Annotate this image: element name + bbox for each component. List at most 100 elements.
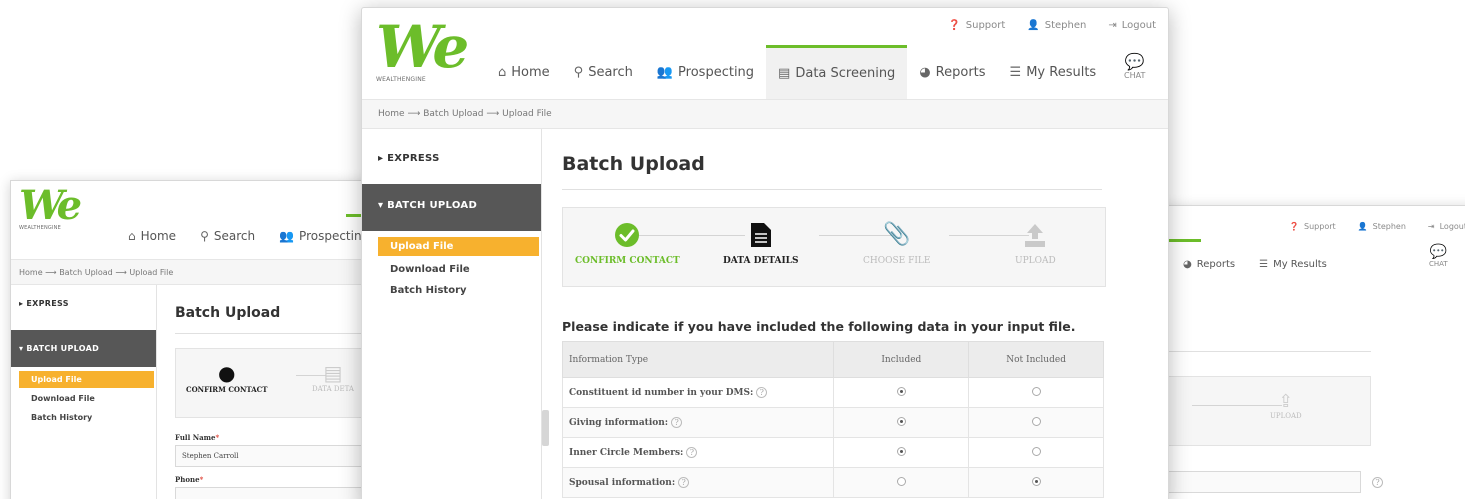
pie-chart-icon: ◕ [1183,258,1192,270]
not-included-radio[interactable] [1031,416,1041,426]
sidebar-batch-history[interactable]: Batch History [362,279,541,302]
sidebar-upload-file[interactable]: Upload File [378,237,539,256]
main-window: We WEALTHENGINE ❓ Support 👤 Stephen ⇥ Logou… [361,7,1169,499]
table-row: Giving information:? [561,407,1104,438]
phone-label: Phone* [175,475,204,484]
logout-link[interactable]: ⇥ Logout [1108,20,1156,31]
brand-logo[interactable]: We WEALTHENGINE [19,183,82,232]
nav-my-results[interactable]: ☰ My Results [998,45,1109,99]
user-link[interactable]: 👤 Stephen [1358,222,1406,231]
table-row: Inner Circle Members:? [561,437,1104,468]
stepper: CONFIRM CONTACT DATA DETAILS 📎 CHOOSE FI… [562,207,1106,287]
chat-button[interactable]: 💬 CHAT [1124,52,1145,80]
chat-button[interactable]: 💬 CHAT [1429,244,1448,268]
included-radio[interactable] [896,386,906,396]
breadcrumb-upload-file: Upload File [129,268,174,277]
full-name-label: Full Name* [175,433,220,442]
check-circle-icon [615,223,640,247]
nav-reports[interactable]: ◕ Reports [1171,246,1247,282]
page-title: Batch Upload [562,153,705,175]
included-radio[interactable] [896,476,906,486]
sidebar: ▸ EXPRESS ▾ BATCH UPLOAD Upload File Dow… [362,129,542,499]
utility-links: ❓ Support 👤 Stephen ⇥ Logout [1289,222,1465,231]
nav-reports[interactable]: ◕ Reports [907,45,997,99]
sidebar-download-file[interactable]: Download File [11,388,156,409]
step-choose-file: 📎 CHOOSE FILE [863,222,931,266]
help-icon[interactable]: ? [686,447,698,458]
breadcrumb-home[interactable]: Home [19,268,43,277]
nav-data-screening[interactable]: ▤ Data Screening [766,45,908,99]
sidebar-express[interactable]: ▸ EXPRESS [362,129,541,182]
brand-logo[interactable]: We WEALTHENGINE [376,14,469,83]
support-link[interactable]: ❓ Support [948,20,1005,31]
breadcrumb-batch-upload[interactable]: Batch Upload [423,109,483,119]
sign-out-icon: ⇥ [1427,222,1435,231]
step-data-details: ▤ DATA DETA [312,361,354,393]
home-icon: ⌂ [498,64,507,80]
sidebar-batch-history[interactable]: Batch History [11,409,156,426]
main-nav: ⌂ Home ⚲ Search 👥 Prospecting ▤ Data Screeni… [486,45,1108,99]
help-icon[interactable]: ? [1372,477,1383,488]
question-circle-icon: ❓ [948,20,961,31]
background-window-left: We WEALTHENGINE ⌂ Home ⚲ Search 👥 Prospecti… [10,180,410,499]
nav-my-results[interactable]: ☰ My Results [1247,246,1339,282]
information-type-table: Information Type Included Not Included C… [561,341,1104,498]
nav-home[interactable]: ⌂ Home [116,221,188,251]
document-icon [750,223,771,247]
step-confirm-contact: ● CONFIRM CONTACT [186,361,268,394]
home-icon: ⌂ [128,229,136,243]
document-icon: ▤ [323,361,343,385]
step-upload: ⇪ UPLOAD [1270,391,1302,420]
sidebar-download-file[interactable]: Download File [362,256,541,279]
breadcrumb: Home ⟶ Batch Upload ⟶ Upload File [362,99,1168,129]
sidebar-batch-upload[interactable]: ▾ BATCH UPLOAD [362,184,541,231]
question-circle-icon: ❓ [1289,222,1300,231]
sidebar-express[interactable]: ▸ EXPRESS [11,285,156,322]
sidebar-batch-upload[interactable]: ▾ BATCH UPLOAD [11,330,156,367]
nav-search[interactable]: ⚲ Search [188,221,267,251]
included-radio[interactable] [896,416,906,426]
chat-icon: 💬 [1429,244,1448,260]
sidebar-upload-file[interactable]: Upload File [19,371,154,388]
not-included-radio[interactable] [1031,476,1041,486]
help-icon[interactable]: ? [756,387,768,398]
sidebar-resize-handle[interactable] [542,410,549,446]
page-title: Batch Upload [175,305,281,321]
not-included-radio[interactable] [1031,386,1041,396]
support-link[interactable]: ❓ Support [1289,222,1336,231]
help-icon[interactable]: ? [678,477,690,488]
nav-home[interactable]: ⌂ Home [486,45,562,99]
user-icon: 👤 [1027,20,1040,31]
nav-prospecting[interactable]: 👥 Prospecting [645,45,766,99]
step-confirm-contact: CONFIRM CONTACT [575,222,680,266]
included-radio[interactable] [896,446,906,456]
breadcrumb-batch-upload[interactable]: Batch Upload [59,268,113,277]
upload-icon: ⇪ [1278,391,1294,412]
search-icon: ⚲ [200,229,209,243]
user-icon: 👤 [1357,222,1368,231]
breadcrumb-home[interactable]: Home [378,109,405,119]
paperclip-icon: 📎 [883,222,911,247]
column-header: Not Included [968,341,1104,378]
upload-icon [1025,224,1046,247]
table-row: Constituent id number in your DMS:? [561,377,1104,408]
logout-link[interactable]: ⇥ Logout [1428,222,1465,231]
document-icon: ▤ [778,66,791,81]
sign-out-icon: ⇥ [1108,20,1117,31]
main-nav: ⌂ Home ⚲ Search 👥 Prospecting [116,221,381,251]
help-icon[interactable]: ? [671,417,683,428]
chat-icon: 💬 [1124,52,1145,71]
data-question-heading: Please indicate if you have included the… [562,319,1076,334]
step-upload: UPLOAD [1015,222,1056,266]
utility-links: ❓ Support 👤 Stephen ⇥ Logout [948,20,1156,31]
list-icon: ☰ [1259,258,1269,270]
user-link[interactable]: 👤 Stephen [1027,20,1086,31]
breadcrumb-upload-file: Upload File [502,109,552,119]
list-icon: ☰ [1009,64,1022,80]
breadcrumb: Home ⟶ Batch Upload ⟶ Upload File [11,259,409,285]
table-row: Spousal information:? [561,467,1104,498]
nav-search[interactable]: ⚲ Search [562,45,645,99]
users-icon: 👥 [656,64,674,80]
search-icon: ⚲ [573,64,584,80]
not-included-radio[interactable] [1031,446,1041,456]
